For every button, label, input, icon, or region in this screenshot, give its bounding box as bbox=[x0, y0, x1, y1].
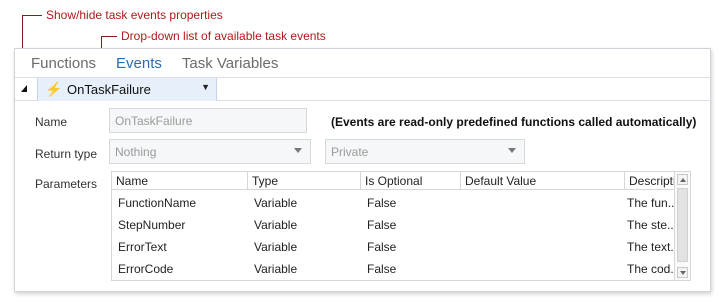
column-header-name[interactable]: Name bbox=[112, 172, 248, 190]
callout-show-hide: Show/hide task events properties bbox=[46, 8, 223, 22]
chevron-down-icon bbox=[294, 148, 302, 153]
lightning-bolt-icon: ⚡ bbox=[45, 81, 63, 97]
parameters-grid: Name Type Is Optional Default Value Desc… bbox=[111, 171, 691, 281]
column-header-type[interactable]: Type bbox=[248, 172, 361, 190]
cell-is-optional: False bbox=[367, 218, 397, 232]
cell-description: The cod... bbox=[627, 262, 679, 276]
cell-is-optional: False bbox=[367, 240, 397, 254]
callout-line-dropdown-h bbox=[101, 36, 117, 37]
cell-name: ErrorCode bbox=[118, 262, 174, 276]
cell-is-optional: False bbox=[367, 196, 397, 210]
cell-type: Variable bbox=[254, 262, 298, 276]
tab-strip: Functions Events Task Variables bbox=[31, 53, 278, 75]
chevron-down-icon: ▼ bbox=[201, 82, 210, 92]
grid-header: Name Type Is Optional Default Value Desc… bbox=[112, 172, 690, 190]
chevron-down-icon bbox=[508, 148, 516, 153]
cell-default-value bbox=[461, 192, 625, 214]
events-note: (Events are read-only predefined functio… bbox=[331, 115, 697, 129]
cell-type: Variable bbox=[254, 240, 298, 254]
cell-description: The ste... bbox=[627, 218, 678, 232]
cell-default-value bbox=[461, 258, 625, 280]
table-row[interactable]: ErrorCode Variable False The cod... bbox=[112, 258, 690, 280]
cell-description: The text... bbox=[627, 240, 679, 254]
name-label: Name bbox=[35, 115, 68, 129]
column-header-default-value[interactable]: Default Value bbox=[461, 172, 625, 190]
access-combo: Private bbox=[325, 139, 525, 164]
event-dropdown[interactable]: ⚡ OnTaskFailure ▼ bbox=[37, 78, 217, 101]
cell-default-value bbox=[461, 236, 625, 258]
callout-line-show-hide-h bbox=[22, 15, 42, 16]
task-properties-panel: Functions Events Task Variables ⚡ OnTask… bbox=[14, 48, 711, 292]
return-type-value: Nothing bbox=[115, 144, 157, 159]
return-type-label: Return type bbox=[35, 147, 98, 161]
tab-events[interactable]: Events bbox=[116, 53, 162, 75]
event-dropdown-value: OnTaskFailure bbox=[67, 82, 151, 97]
vertical-scrollbar[interactable] bbox=[674, 172, 690, 280]
table-row[interactable]: StepNumber Variable False The ste... bbox=[112, 214, 690, 236]
parameters-label: Parameters bbox=[35, 177, 98, 191]
column-header-is-optional[interactable]: Is Optional bbox=[361, 172, 461, 190]
cell-type: Variable bbox=[254, 218, 298, 232]
return-type-combo: Nothing bbox=[109, 139, 311, 164]
scroll-down-icon[interactable] bbox=[677, 267, 688, 278]
cell-is-optional: False bbox=[367, 262, 397, 276]
table-row[interactable]: FunctionName Variable False The fun... bbox=[112, 192, 690, 214]
tab-functions[interactable]: Functions bbox=[31, 53, 96, 75]
cell-name: FunctionName bbox=[118, 196, 197, 210]
events-toolbar: ⚡ OnTaskFailure ▼ bbox=[15, 77, 710, 101]
scroll-up-icon[interactable] bbox=[677, 174, 688, 185]
cell-name: StepNumber bbox=[118, 218, 186, 232]
cell-default-value bbox=[461, 214, 625, 236]
scroll-thumb[interactable] bbox=[677, 188, 688, 262]
cell-description: The fun... bbox=[627, 196, 678, 210]
collapse-triangle-icon[interactable] bbox=[20, 83, 32, 95]
table-row[interactable]: ErrorText Variable False The text... bbox=[112, 236, 690, 258]
name-field: OnTaskFailure bbox=[109, 108, 307, 133]
callout-dropdown: Drop-down list of available task events bbox=[121, 29, 326, 43]
access-value: Private bbox=[331, 144, 369, 159]
cell-type: Variable bbox=[254, 196, 298, 210]
cell-name: ErrorText bbox=[118, 240, 167, 254]
tab-task-variables[interactable]: Task Variables bbox=[182, 53, 278, 75]
